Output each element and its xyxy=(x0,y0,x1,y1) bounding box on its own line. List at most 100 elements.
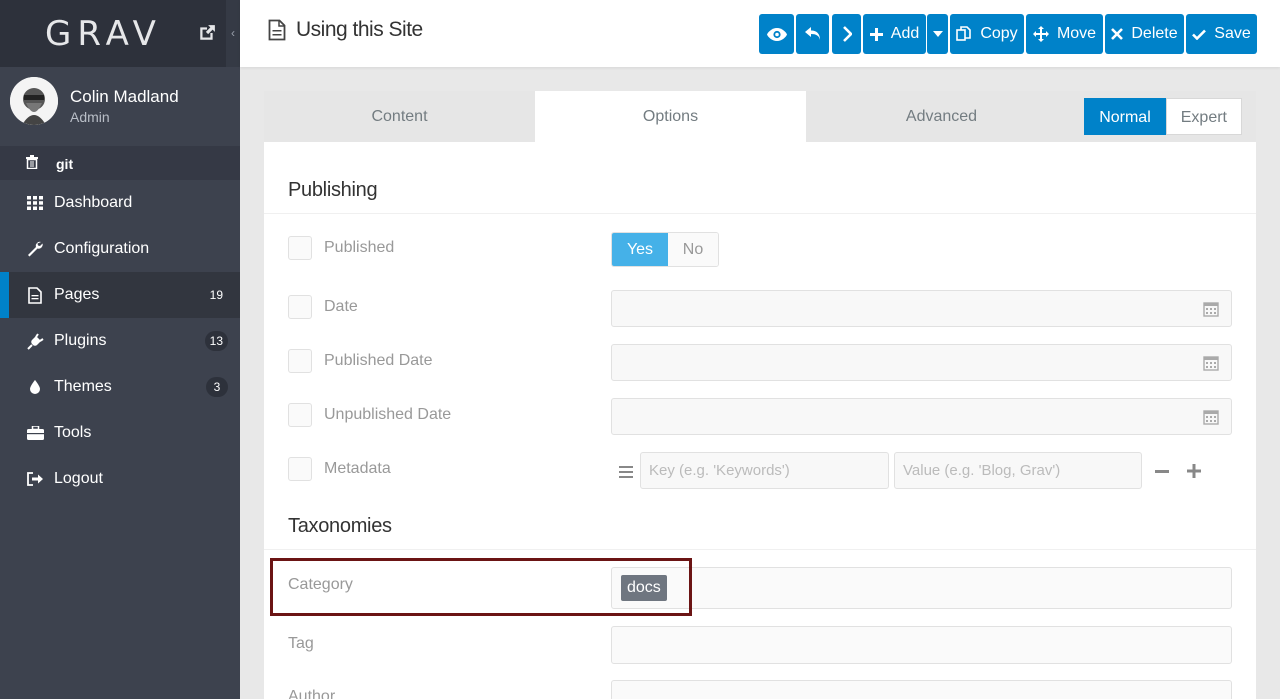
calendar-icon xyxy=(1203,302,1219,317)
unpublished-date-field[interactable] xyxy=(611,398,1232,435)
sidebar-item-configuration[interactable]: Configuration xyxy=(0,226,240,272)
category-field[interactable]: docs xyxy=(611,567,1232,609)
grid-icon xyxy=(26,194,44,212)
calendar-icon xyxy=(1203,356,1219,371)
user-role: Admin xyxy=(70,109,110,125)
unpublished-date-label: Unpublished Date xyxy=(324,406,452,423)
preview-button[interactable] xyxy=(759,14,794,54)
top-bar: Using this Site Add Copy Move Delete Sav… xyxy=(240,0,1280,67)
tint-icon xyxy=(26,378,44,396)
brand-bar: GRAV ‹ xyxy=(0,0,240,67)
mode-normal-button[interactable]: Normal xyxy=(1084,98,1166,135)
grav-logo[interactable]: GRAV xyxy=(45,14,162,54)
sign-out-icon xyxy=(26,470,44,488)
tab-advanced[interactable]: Advanced xyxy=(806,91,1077,142)
tag-label: Tag xyxy=(288,635,314,652)
drag-handle-icon[interactable] xyxy=(619,466,633,478)
plus-icon xyxy=(869,27,883,41)
file-icon xyxy=(268,19,286,41)
metadata-label: Metadata xyxy=(324,460,391,477)
tag-field[interactable] xyxy=(611,626,1232,664)
published-date-override-checkbox[interactable] xyxy=(288,349,312,373)
mode-switch: Normal Expert xyxy=(1084,98,1242,135)
delete-button[interactable]: Delete xyxy=(1105,14,1184,54)
add-dropdown-button[interactable] xyxy=(927,14,948,54)
sidebar-item-label: Logout xyxy=(54,470,103,487)
trash-icon xyxy=(26,155,40,172)
publishing-heading: Publishing xyxy=(288,179,378,201)
copy-icon xyxy=(956,26,972,41)
page-title-text: Using this Site xyxy=(296,18,423,41)
sidebar-item-label: Plugins xyxy=(54,332,107,349)
published-toggle: Yes No xyxy=(611,232,719,267)
sidebar-item-tools[interactable]: Tools xyxy=(0,410,240,456)
published-yes-option[interactable]: Yes xyxy=(612,233,668,266)
page-editor-panel: Content Options Advanced Normal Expert P… xyxy=(264,91,1256,699)
tab-content[interactable]: Content xyxy=(264,91,535,142)
date-field[interactable] xyxy=(611,290,1232,327)
next-button[interactable] xyxy=(832,14,861,54)
sidebar-item-label: Tools xyxy=(54,424,92,441)
author-label: Author xyxy=(288,688,336,699)
published-override-checkbox[interactable] xyxy=(288,236,312,260)
divider xyxy=(264,549,1256,550)
reply-icon xyxy=(804,27,820,40)
eye-icon xyxy=(766,27,787,41)
wrench-icon xyxy=(26,240,44,258)
sidebar-item-label: git xyxy=(56,155,74,172)
published-label: Published xyxy=(324,239,395,256)
collapse-sidebar-button[interactable]: ‹ xyxy=(226,0,240,67)
arrows-icon xyxy=(1032,26,1049,42)
user-name: Colin Madland xyxy=(70,87,179,106)
save-button[interactable]: Save xyxy=(1186,14,1257,54)
divider xyxy=(264,213,1256,214)
author-field[interactable] xyxy=(611,680,1232,699)
published-no-option[interactable]: No xyxy=(668,233,718,266)
back-button[interactable] xyxy=(796,14,829,54)
sidebar: GRAV ‹ Colin Madland Admin git Dashboard… xyxy=(0,0,240,699)
highlight-box xyxy=(270,558,692,616)
metadata-key-input[interactable]: Key (e.g. 'Keywords') xyxy=(640,452,889,489)
sidebar-item-dashboard[interactable]: Dashboard xyxy=(0,180,240,226)
metadata-value-input[interactable]: Value (e.g. 'Blog, Grav') xyxy=(894,452,1142,489)
sidebar-item-plugins[interactable]: Plugins 13 xyxy=(0,318,240,364)
sidebar-item-themes[interactable]: Themes 3 xyxy=(0,364,240,410)
move-button[interactable]: Move xyxy=(1026,14,1103,54)
sidebar-item-label: Themes xyxy=(54,378,112,395)
sidebar-item-label: Configuration xyxy=(54,240,150,257)
count-badge: 3 xyxy=(206,377,228,397)
count-badge: 13 xyxy=(204,331,228,351)
plus-icon[interactable] xyxy=(1187,464,1201,478)
count-badge: 19 xyxy=(209,288,223,302)
sidebar-item-logout[interactable]: Logout xyxy=(0,456,240,502)
date-label: Date xyxy=(324,298,358,315)
mode-expert-button[interactable]: Expert xyxy=(1165,98,1242,135)
unpublished-date-override-checkbox[interactable] xyxy=(288,403,312,427)
copy-button[interactable]: Copy xyxy=(950,14,1024,54)
sidebar-item-git[interactable]: git xyxy=(0,147,240,180)
published-date-field[interactable] xyxy=(611,344,1232,381)
tab-options[interactable]: Options xyxy=(535,91,806,142)
add-button[interactable]: Add xyxy=(863,14,926,54)
metadata-override-checkbox[interactable] xyxy=(288,457,312,481)
chevron-right-icon xyxy=(842,26,852,42)
avatar xyxy=(10,77,58,125)
date-override-checkbox[interactable] xyxy=(288,295,312,319)
calendar-icon xyxy=(1203,410,1219,425)
sidebar-item-label: Pages xyxy=(54,286,100,303)
briefcase-icon xyxy=(26,424,44,442)
published-date-label: Published Date xyxy=(324,352,433,369)
caret-down-icon xyxy=(932,31,943,37)
minus-icon[interactable] xyxy=(1155,470,1169,473)
plug-icon xyxy=(26,332,44,350)
sidebar-item-pages[interactable]: Pages 19 xyxy=(0,272,240,318)
editor-tabs: Content Options Advanced Normal Expert xyxy=(264,91,1256,142)
check-icon xyxy=(1192,29,1207,40)
taxonomies-heading: Taxonomies xyxy=(288,515,392,537)
file-icon xyxy=(26,286,44,304)
external-link-icon[interactable] xyxy=(198,24,216,42)
page-title: Using this Site xyxy=(268,18,423,42)
close-icon xyxy=(1111,28,1124,40)
user-profile[interactable]: Colin Madland Admin xyxy=(0,67,240,147)
sidebar-item-label: Dashboard xyxy=(54,194,133,211)
